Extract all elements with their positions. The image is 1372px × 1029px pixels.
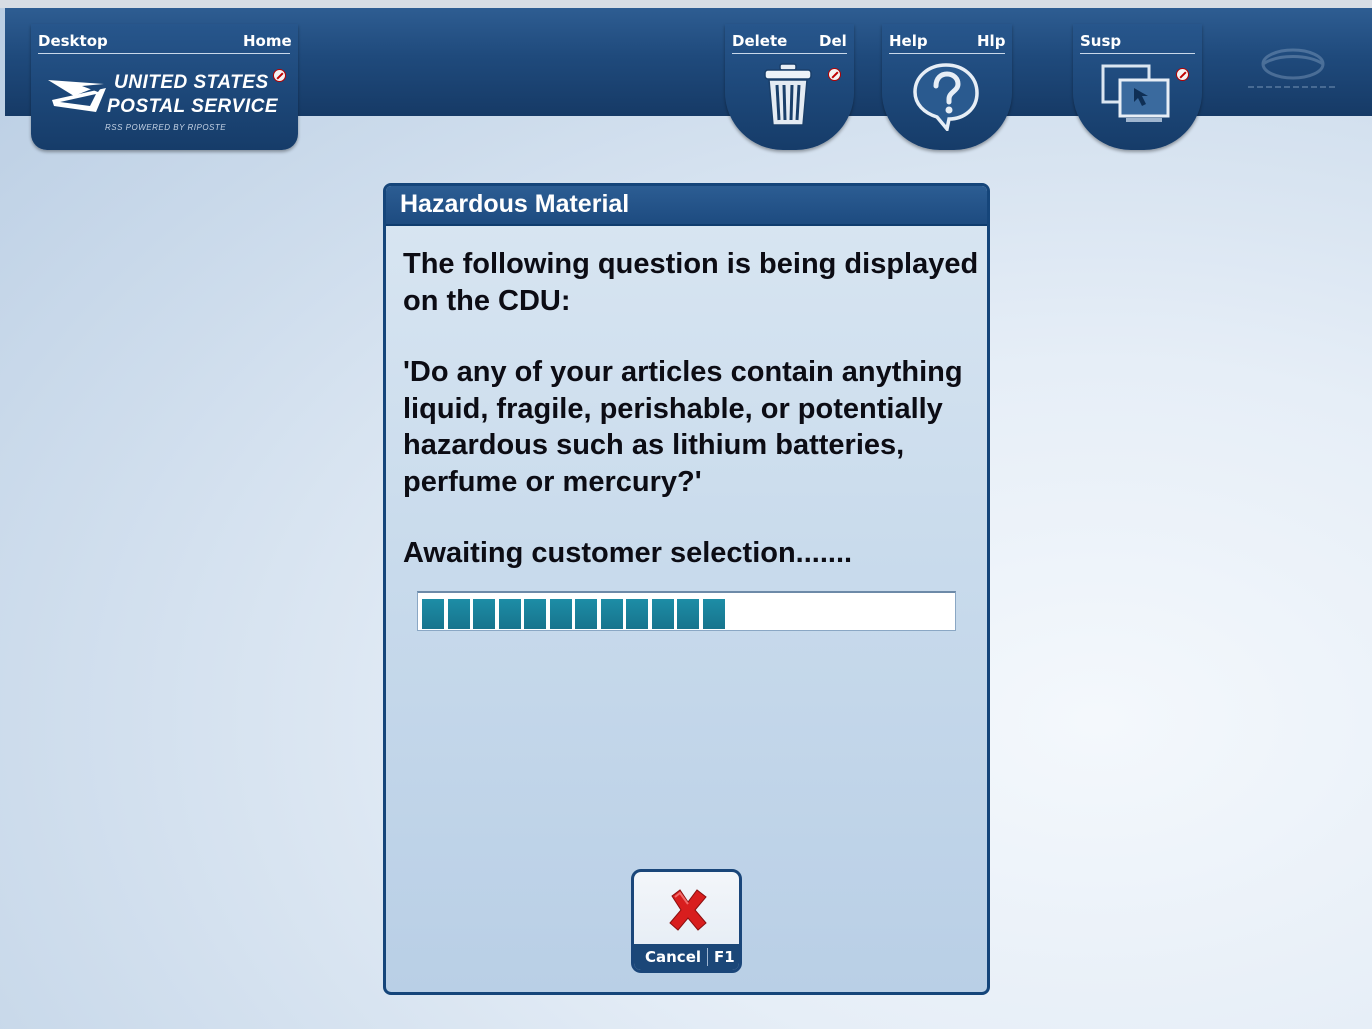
progress-segment (447, 599, 470, 629)
help-tab[interactable]: Help Hlp (882, 24, 1012, 150)
delete-key[interactable]: Del (819, 32, 847, 50)
delete-label[interactable]: Delete (732, 32, 787, 50)
tab-divider (732, 53, 847, 54)
progress-segment (575, 599, 597, 629)
help-label[interactable]: Help (889, 32, 928, 50)
progress-segment (600, 599, 623, 629)
progress-segment (498, 599, 521, 629)
status-message: Awaiting customer selection....... (403, 537, 853, 569)
cdu-question: 'Do any of your articles contain anythin… (403, 356, 963, 498)
red-x-icon (669, 889, 707, 931)
top-edge (0, 0, 1372, 8)
no-entry-badge-icon (273, 69, 286, 82)
brand-line-1: UNITED STATES (114, 72, 269, 93)
brand-line-2: POSTAL SERVICE (107, 96, 278, 117)
cancel-footer: Cancel F1 (634, 944, 739, 970)
tab-divider (38, 53, 290, 54)
help-key[interactable]: Hlp (977, 32, 1005, 50)
globe-logo-icon (1248, 48, 1338, 88)
desktop-label[interactable]: Desktop (38, 32, 108, 50)
cancel-label: Cancel (645, 948, 702, 966)
cancel-button[interactable]: Cancel F1 (631, 869, 742, 973)
brand-subline: RSS POWERED BY RIPOSTE (105, 123, 227, 132)
progress-segment (626, 599, 648, 629)
suspend-tab[interactable]: Susp (1073, 24, 1202, 150)
progress-bar (417, 591, 956, 631)
cancel-shortcut: F1 (707, 948, 735, 966)
home-tab[interactable]: Desktop Home UNITED STATES POSTAL SERVIC… (31, 24, 298, 150)
tab-divider (889, 53, 1005, 54)
progress-segment (549, 599, 572, 629)
hazardous-material-dialog: Hazardous Material The following questio… (383, 183, 990, 995)
progress-segment (651, 599, 674, 629)
dialog-title: Hazardous Material (400, 190, 630, 218)
tab-divider (1080, 53, 1195, 54)
delete-tab[interactable]: Delete Del (725, 24, 854, 150)
progress-segment (422, 599, 444, 629)
trash-icon (764, 63, 812, 126)
progress-segment (473, 599, 495, 629)
progress-segment (702, 599, 725, 629)
dialog-header: Hazardous Material (386, 186, 987, 226)
home-label[interactable]: Home (243, 32, 292, 50)
no-entry-badge-icon (1176, 68, 1189, 81)
dialog-intro: The following question is being displaye… (403, 248, 979, 317)
suspend-window-icon (1101, 64, 1170, 122)
progress-segment (677, 599, 699, 629)
progress-segment (524, 599, 546, 629)
no-entry-badge-icon (828, 68, 841, 81)
eagle-logo-icon (48, 80, 106, 112)
question-bubble-icon (913, 63, 979, 131)
suspend-label[interactable]: Susp (1080, 32, 1121, 50)
